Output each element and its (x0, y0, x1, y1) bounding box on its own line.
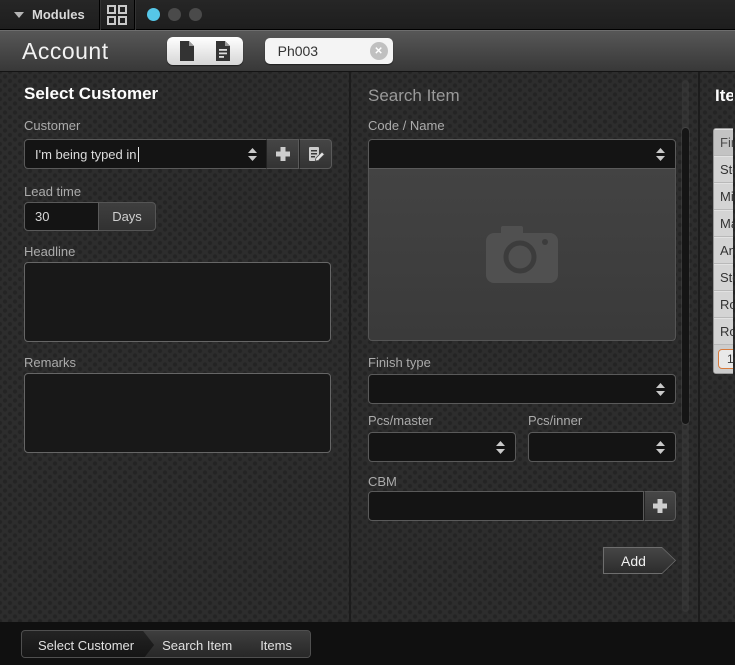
items-table-row[interactable]: Sto (714, 156, 733, 183)
wizard-step-select-customer[interactable]: Select Customer (22, 631, 154, 658)
lead-time-input[interactable] (24, 202, 99, 231)
items-heading: Items (715, 86, 733, 106)
caret-down-icon (14, 12, 24, 18)
add-customer-button[interactable] (266, 139, 299, 169)
items-table-row[interactable]: Mi (714, 183, 733, 210)
status-dot[interactable] (168, 8, 181, 21)
finish-type-label: Finish type (368, 355, 431, 370)
code-name-label: Code / Name (368, 118, 445, 133)
headline-textarea[interactable] (24, 262, 331, 342)
document-lines-button[interactable] (212, 39, 234, 63)
plus-icon (652, 498, 668, 514)
camera-icon (486, 226, 558, 284)
items-table-row[interactable]: Ma (714, 210, 733, 237)
spinner-icon (248, 148, 257, 161)
menubar-divider (134, 0, 135, 30)
code-name-select[interactable] (368, 139, 676, 169)
page-title: Account (22, 38, 109, 65)
customer-combo-group: I'm being typed in (24, 139, 332, 169)
spinner-icon (656, 441, 665, 454)
cbm-group (368, 491, 676, 521)
new-document-icon (179, 41, 195, 61)
add-item-button-label: Add (604, 548, 675, 573)
customer-value: I'm being typed in (35, 147, 137, 162)
items-table-footer: 1 (714, 345, 733, 373)
items-table-row[interactable]: Ro (714, 318, 733, 345)
clear-icon[interactable]: ✕ (370, 42, 388, 60)
scrollbar-thumb[interactable] (682, 128, 689, 424)
cbm-add-button[interactable] (644, 491, 676, 521)
bottom-bar: Select Customer Search Item Items (0, 622, 735, 665)
wizard-step-search-item[interactable]: Search Item (146, 631, 252, 658)
customer-select[interactable]: I'm being typed in (24, 139, 266, 169)
pcs-master-label: Pcs/master (368, 413, 433, 428)
lead-time-label: Lead time (24, 184, 81, 199)
pcs-inner-label: Pcs/inner (528, 413, 582, 428)
document-search-input[interactable] (278, 43, 370, 59)
search-item-heading: Search Item (368, 86, 460, 106)
spinner-icon (656, 148, 665, 161)
item-image-placeholder (368, 169, 676, 341)
items-table: Fin Sto Mi Ma An Sto Ro Ro 1 (713, 128, 733, 374)
page-number-badge[interactable]: 1 (718, 349, 733, 369)
document-lines-icon (215, 41, 231, 61)
status-dot[interactable] (189, 8, 202, 21)
remarks-label: Remarks (24, 355, 76, 370)
items-table-row[interactable]: Sto (714, 264, 733, 291)
new-document-button[interactable] (176, 39, 198, 63)
text-cursor (138, 147, 139, 162)
apps-grid-button[interactable] (100, 0, 134, 29)
wizard-step-items[interactable]: Items (244, 631, 310, 658)
cbm-label: CBM (368, 474, 397, 489)
customer-label: Customer (24, 118, 80, 133)
items-table-row[interactable]: Ro (714, 291, 733, 318)
finish-type-select[interactable] (368, 374, 676, 404)
pcs-master-select[interactable] (368, 432, 516, 462)
apps-grid-icon (106, 4, 128, 26)
status-dots (147, 8, 202, 21)
spinner-icon (656, 383, 665, 396)
plus-icon (275, 146, 291, 162)
items-table-header[interactable]: Fin (714, 129, 733, 156)
document-search-box: ✕ (265, 38, 393, 64)
edit-customer-button[interactable] (299, 139, 332, 169)
items-table-row[interactable]: An (714, 237, 733, 264)
wizard-steps: Select Customer Search Item Items (21, 630, 311, 658)
lead-time-unit: Days (99, 202, 156, 231)
status-dot-active[interactable] (147, 8, 160, 21)
lead-time-group: Days (24, 202, 156, 231)
document-toolbar (167, 37, 243, 65)
top-menubar: Modules (0, 0, 735, 30)
modules-label: Modules (32, 7, 85, 22)
edit-icon (307, 145, 325, 163)
select-customer-panel: Select Customer Customer I'm being typed… (0, 72, 351, 622)
select-customer-heading: Select Customer (24, 84, 158, 104)
items-panel: Items Fin Sto Mi Ma An Sto Ro Ro 1 (700, 72, 733, 622)
modules-menu[interactable]: Modules (0, 0, 99, 29)
cbm-input[interactable] (368, 491, 644, 521)
search-item-panel: Search Item Code / Name Finish type Pcs/… (351, 72, 700, 622)
app-header: Account ✕ (0, 30, 735, 72)
main-content: Select Customer Customer I'm being typed… (0, 72, 735, 622)
spinner-icon (496, 441, 505, 454)
headline-label: Headline (24, 244, 75, 259)
pcs-inner-select[interactable] (528, 432, 676, 462)
remarks-textarea[interactable] (24, 373, 331, 453)
add-item-button[interactable]: Add (603, 547, 676, 574)
